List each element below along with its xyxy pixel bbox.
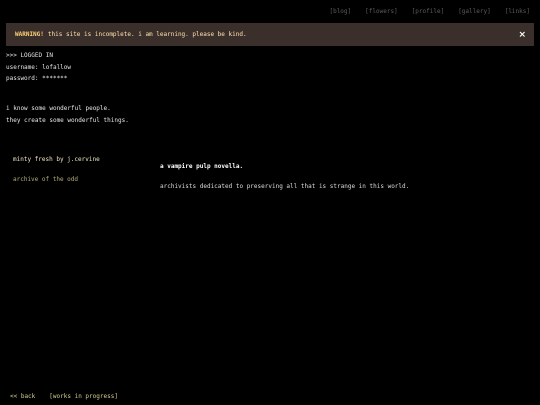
nav-blog[interactable]: [blog] <box>329 8 351 15</box>
username-line: username: lofallow <box>6 64 72 71</box>
intro-line-2: they create some wonderful things. <box>6 117 129 124</box>
nav-flowers[interactable]: [flowers] <box>365 8 398 15</box>
top-nav: [blog] [flowers] [profile] [gallery] [li… <box>329 8 530 15</box>
login-status: >>> LOGGED IN <box>6 52 53 59</box>
warning-banner: WARNING! this site is incomplete. i am l… <box>6 23 534 46</box>
project-description: archivists dedicated to preserving all t… <box>160 183 410 190</box>
warning-label: WARNING! <box>15 31 44 38</box>
password-line: password: ******* <box>6 75 68 82</box>
project-row: minty fresh by j.cervine a vampire pulp … <box>13 149 243 170</box>
works-in-progress-link[interactable]: [works in progress] <box>49 393 118 400</box>
footer-nav: << back [works in progress] <box>10 393 118 400</box>
project-link-archive-of-the-odd[interactable]: archive of the odd <box>13 176 78 183</box>
nav-profile[interactable]: [profile] <box>412 8 445 15</box>
project-description: a vampire pulp novella. <box>160 163 244 170</box>
intro-line-1: i know some wonderful people. <box>6 105 111 112</box>
nav-links[interactable]: [links] <box>505 8 530 15</box>
nav-gallery[interactable]: [gallery] <box>458 8 491 15</box>
back-link[interactable]: << back <box>10 393 35 400</box>
close-icon[interactable]: × <box>518 30 526 40</box>
warning-message: this site is incomplete. i am learning. … <box>47 31 247 38</box>
project-row: archive of the odd archivists dedicated … <box>13 169 409 190</box>
project-link-minty-fresh[interactable]: minty fresh by j.cervine <box>13 156 100 163</box>
